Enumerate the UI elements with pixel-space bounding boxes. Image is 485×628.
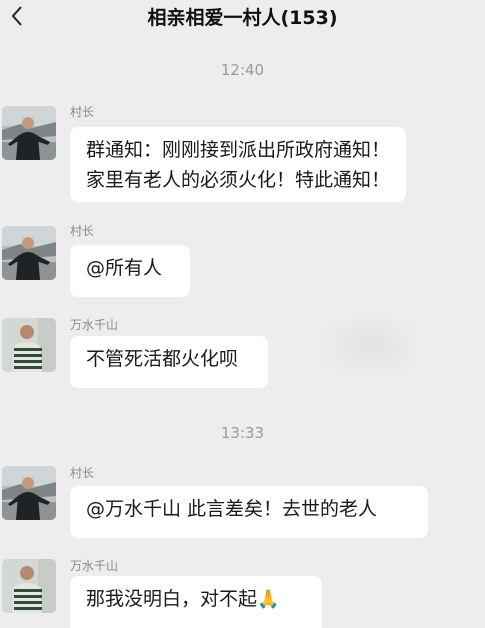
avatar-village-chief[interactable] (2, 466, 56, 520)
message-text: 那我没明白，对不起 (86, 588, 258, 610)
chat-title: 相亲相爱一村人(153) (147, 7, 338, 29)
message-bubble[interactable]: @万水千山 此言差矣！去世的老人 (70, 486, 428, 538)
message-bubble[interactable]: 那我没明白，对不起🙏 (70, 576, 322, 628)
sender-name: 万水千山 (70, 559, 119, 573)
sender-name: 万水千山 (70, 318, 119, 332)
avatar-village-chief[interactable] (2, 106, 56, 160)
sender-name: 村长 (70, 224, 95, 238)
message-bubble[interactable]: 不管死活都火化呗 (70, 336, 268, 388)
avatar-wanshui-qianshan[interactable] (2, 318, 56, 372)
message-bubble[interactable]: 群通知：刚刚接到派出所政府通知！ 家里有老人的必须火化！特此通知！ (70, 127, 407, 202)
message-text: @所有人 (86, 257, 163, 279)
folded-hands-icon: 🙏 (257, 589, 280, 610)
avatar-wanshui-qianshan[interactable] (2, 559, 56, 613)
message-text: 家里有老人的必须火化！特此通知！ (86, 169, 391, 191)
timestamp: 13:33 (220, 424, 265, 442)
message-bubble[interactable]: @所有人 (70, 245, 190, 297)
sender-name: 村长 (70, 466, 95, 480)
timestamp: 12:40 (220, 61, 265, 79)
message-text: 不管死活都火化呗 (86, 348, 239, 370)
message-text: @万水千山 此言差矣！去世的老人 (86, 498, 378, 520)
sender-name: 村长 (70, 105, 95, 119)
chat-header: 相亲相爱一村人(153) (0, 0, 485, 34)
avatar-village-chief[interactable] (2, 226, 56, 280)
message-text: 群通知：刚刚接到派出所政府通知！ (86, 139, 391, 161)
blurred-region (310, 306, 432, 386)
